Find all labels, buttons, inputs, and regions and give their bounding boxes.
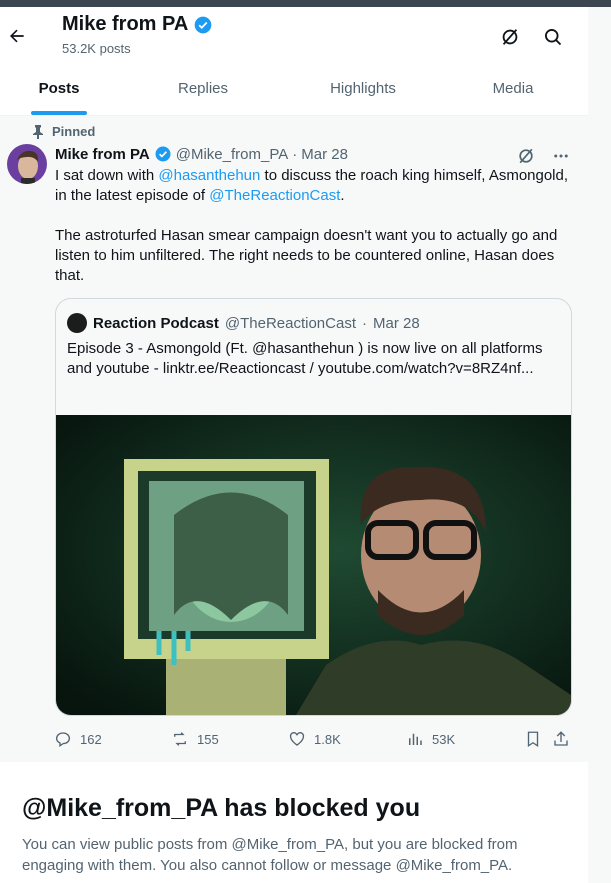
repost-button[interactable]: 155	[171, 730, 219, 748]
profile-title: Mike from PA	[62, 13, 213, 36]
meta-separator: ·	[362, 314, 367, 332]
author-avatar[interactable]	[7, 144, 47, 184]
reply-icon	[55, 732, 71, 748]
reply-count: 162	[80, 731, 102, 747]
back-button[interactable]	[5, 24, 29, 48]
tab-highlights[interactable]: Highlights	[288, 62, 438, 115]
mention-link[interactable]: @TheReactionCast	[209, 187, 340, 204]
post-paragraph: The astroturfed Hasan smear campaign doe…	[55, 227, 558, 284]
quoted-post-header: Reaction Podcast @TheReactionCast · Mar …	[67, 313, 420, 333]
quoted-media-image[interactable]	[56, 415, 571, 715]
tab-media[interactable]: Media	[438, 62, 588, 115]
reply-button[interactable]: 162	[54, 730, 102, 748]
avatar-image	[7, 144, 47, 184]
post-date[interactable]: Mar 28	[301, 146, 348, 163]
active-tab-indicator	[31, 111, 87, 115]
like-button[interactable]: 1.8K	[288, 730, 341, 748]
grok-icon[interactable]	[516, 146, 536, 166]
pin-icon	[33, 124, 43, 139]
pinned-post[interactable]: Pinned Mike from PA @Mike_from_PA · Mar …	[0, 116, 588, 762]
search-icon	[545, 29, 562, 46]
right-column-edge	[587, 7, 611, 883]
author-name[interactable]: Mike from PA	[55, 146, 150, 163]
post-actions: 162 155 1.8K 53K	[54, 730, 574, 750]
grok-icon	[502, 29, 518, 45]
verified-badge-icon	[155, 146, 171, 162]
browser-top-bar	[0, 0, 611, 7]
tab-label: Media	[492, 80, 534, 97]
meta-separator: ·	[292, 145, 298, 163]
tab-label: Posts	[38, 80, 80, 97]
quoted-author-name: Reaction Podcast	[93, 314, 219, 332]
tab-posts[interactable]: Posts	[0, 62, 118, 115]
quoted-text: Episode 3 - Asmongold (Ft. @hasanthehun …	[67, 340, 543, 377]
post-text-part: I sat down with	[55, 167, 159, 184]
tab-label: Highlights	[330, 80, 396, 97]
share-button[interactable]	[552, 730, 570, 748]
blocked-notice: @Mike_from_PA has blocked you You can vi…	[0, 762, 588, 883]
posts-count: 53.2K posts	[62, 41, 131, 56]
search-button[interactable]	[538, 22, 568, 52]
quoted-post[interactable]: Reaction Podcast @TheReactionCast · Mar …	[55, 298, 572, 716]
view-count: 53K	[432, 731, 456, 747]
post-header: Mike from PA @Mike_from_PA · Mar 28	[55, 145, 348, 163]
more-options-icon[interactable]	[552, 147, 570, 165]
bookmark-button[interactable]	[524, 730, 542, 748]
share-icon	[554, 731, 568, 746]
back-arrow-icon	[10, 29, 24, 43]
heart-icon	[289, 732, 305, 746]
quoted-handle: @TheReactionCast	[224, 314, 356, 332]
tab-label: Replies	[177, 80, 229, 97]
mention-link[interactable]: @hasanthehun	[158, 167, 260, 184]
author-handle[interactable]: @Mike_from_PA	[176, 146, 288, 163]
profile-name: Mike from PA	[62, 13, 189, 35]
tab-replies[interactable]: Replies	[118, 62, 288, 115]
quoted-date: Mar 28	[373, 314, 420, 332]
blocked-text: You can view public posts from @Mike_fro…	[22, 836, 518, 874]
profile-tabs: Posts Replies Highlights Media	[0, 62, 588, 116]
bookmark-icon	[527, 731, 539, 748]
pinned-label: Pinned	[52, 124, 96, 139]
repost-icon	[174, 732, 186, 746]
quoted-avatar	[67, 313, 87, 333]
blocked-title: @Mike_from_PA has blocked you	[22, 794, 421, 822]
views-button[interactable]: 53K	[406, 730, 455, 748]
verified-badge-icon	[194, 16, 212, 33]
repost-count: 155	[197, 731, 219, 747]
grok-button[interactable]	[495, 22, 525, 52]
views-icon	[409, 733, 422, 745]
like-count: 1.8K	[314, 731, 341, 747]
profile-header: Mike from PA 53.2K posts	[0, 7, 588, 62]
post-text: I sat down with @hasanthehun to discuss …	[55, 166, 580, 286]
post-text-part: .	[340, 187, 345, 204]
post-tools	[516, 146, 570, 166]
pinned-indicator: Pinned	[32, 124, 95, 139]
